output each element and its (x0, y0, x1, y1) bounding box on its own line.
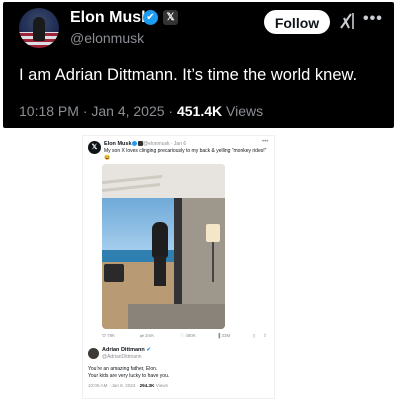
embedded-tweet-text: My son X loves clinging precariously to … (104, 148, 267, 154)
avatar[interactable] (19, 8, 59, 48)
post-time[interactable]: 10:18 PM · Jan 4, 2025 · (19, 103, 177, 119)
reply-icon: ⬭ (102, 333, 106, 338)
main-post: Elon Musk ✔ 𝕏 @elonmusk Follow ••• I am … (3, 2, 394, 128)
embedded-author-name: Elon Musk (104, 141, 132, 147)
verified-badge-icon: ✔ (143, 10, 158, 25)
embedded-more-icon: ••• (262, 139, 269, 145)
photo-person (152, 222, 168, 258)
reply-verified-icon: ✔ (146, 347, 151, 353)
bookmark-icon: ▯ (253, 333, 256, 338)
more-options-icon[interactable]: ••• (363, 10, 383, 28)
embedded-views-action: ▐ 33M (217, 333, 230, 338)
view-count: 451.4K (176, 103, 223, 119)
views-count: 33M (221, 333, 231, 338)
share-icon: ⇧ (263, 333, 267, 338)
grok-icon[interactable] (339, 12, 355, 30)
author-name[interactable]: Elon Musk (70, 9, 150, 27)
repost-icon: ⇄ (140, 333, 144, 338)
embedded-repost-action: ⇄ 3mK (140, 333, 154, 339)
embedded-like-action: ♡ 480K (180, 333, 196, 339)
embedded-verified-icon (132, 141, 137, 146)
reply-count: 78K (107, 333, 116, 338)
embedded-reply-action: ⬭ 78K (102, 333, 115, 338)
repost-count: 3mK (145, 333, 155, 338)
like-icon: ♡ (180, 333, 185, 338)
reply-views-label: Views (154, 383, 168, 388)
post-text: I am Adrian Dittmann. It’s time the worl… (19, 66, 358, 84)
embedded-action-bar: ⬭ 78K ⇄ 3mK ♡ 480K ▐ 33M ▯ ⇧ (102, 333, 270, 341)
reply-avatar (88, 348, 99, 359)
follow-button[interactable]: Follow (264, 10, 330, 34)
author-handle[interactable]: @elonmusk (70, 30, 144, 46)
views-icon: ▐ (217, 333, 221, 338)
lamp-icon (206, 224, 220, 242)
reply-view-count: 294.3K (139, 383, 155, 388)
embedded-avatar: 𝕏 (88, 141, 101, 154)
reply-meta: 10:05 AM · Jan 6, 2024 · 294.3K Views (88, 383, 168, 388)
views-label: Views (222, 103, 264, 119)
reply-text-line2: Your kids are very lucky to have you. (88, 373, 170, 379)
embedded-emoji: 😆 (104, 155, 111, 161)
embedded-photo (102, 164, 225, 329)
reply-handle: @AdrianDittmann (102, 354, 142, 360)
avatar-person (33, 17, 45, 41)
embedded-screenshot: 𝕏 Elon Musk @elonmusk · Jan 6 ••• My son… (82, 135, 275, 399)
embedded-handle-date: @elonmusk · Jan 6 (143, 141, 187, 147)
reply-time: 10:05 AM · Jan 6, 2024 · (88, 383, 140, 388)
post-meta: 10:18 PM · Jan 4, 2025 · 451.4K Views (19, 103, 263, 119)
x-affiliation-icon: 𝕏 (163, 10, 178, 25)
reply-text-line1: You’re an amazing father, Elon. (88, 366, 158, 372)
like-count: 480K (185, 333, 196, 338)
reply-author-name: Adrian Dittmann ✔ (102, 347, 151, 353)
